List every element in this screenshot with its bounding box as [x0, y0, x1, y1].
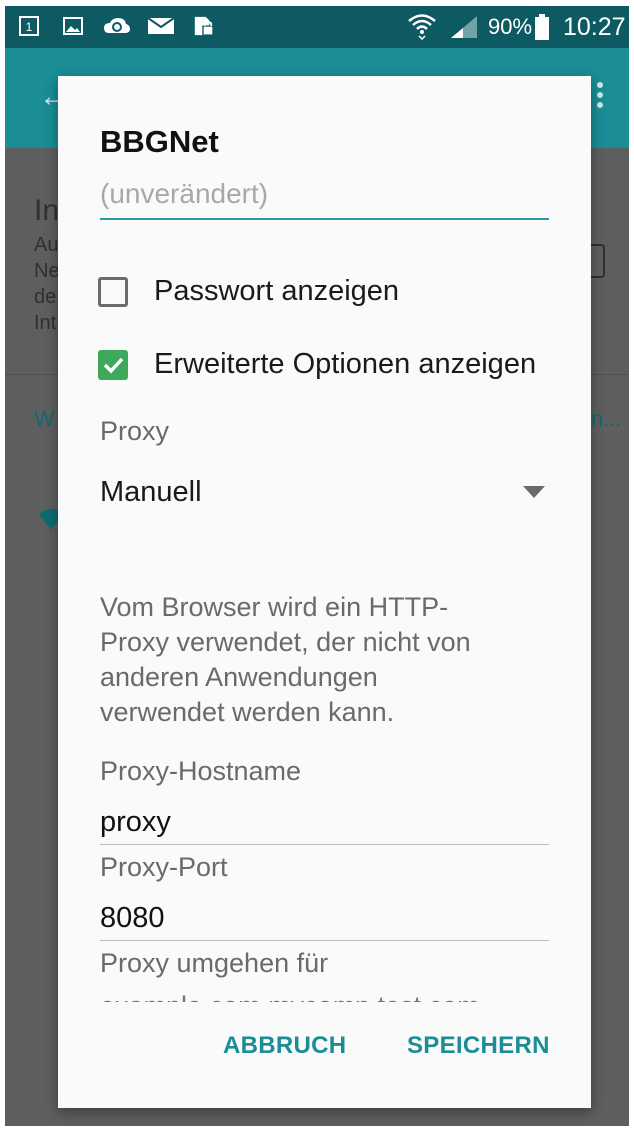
image-icon: [63, 17, 83, 35]
proxy-dropdown-value: Manuell: [100, 476, 202, 508]
proxy-bypass-clip: [100, 984, 549, 1002]
proxy-hostname-input[interactable]: [100, 800, 549, 845]
proxy-bypass-input[interactable]: [100, 986, 549, 1002]
cancel-button[interactable]: ABBRUCH: [223, 1032, 346, 1060]
background-section-fragment: n...: [591, 406, 622, 431]
clock: 10:27: [563, 13, 626, 41]
mail-icon: [147, 17, 175, 34]
wifi-network-dialog: BBGNet Passwort anzeigen Erweiterte Opti…: [58, 76, 591, 1108]
proxy-dropdown[interactable]: Manuell: [100, 470, 549, 520]
checkmark-icon: [103, 357, 124, 374]
proxy-port-input[interactable]: [100, 896, 549, 941]
proxy-info-text: Vom Browser wird ein HTTP-Proxy verwende…: [100, 592, 471, 727]
advanced-options-label: Erweiterte Optionen anzeigen: [154, 348, 537, 380]
sim-1-icon: 1: [19, 16, 39, 36]
advanced-options-checkbox[interactable]: [98, 349, 128, 380]
sd-card-icon: [194, 16, 214, 36]
show-password-label: Passwort anzeigen: [154, 275, 400, 307]
background-title-fragment: In: [34, 194, 60, 227]
background-toggle: [591, 244, 605, 278]
proxy-hostname-label: Proxy-Hostname: [100, 756, 302, 786]
battery-icon: [535, 14, 549, 40]
status-bar: 1 90% 10:27: [5, 6, 629, 48]
svg-text:1: 1: [26, 20, 33, 34]
show-password-option[interactable]: Passwort anzeigen: [98, 275, 399, 308]
background-section-fragment: W: [34, 406, 55, 431]
cloud-sync-icon: [104, 18, 130, 33]
show-password-checkbox[interactable]: [98, 276, 128, 307]
signal-icon: [451, 16, 477, 38]
background-text-fragment: Int: [34, 312, 57, 334]
dialog-title: BBGNet: [100, 124, 219, 159]
advanced-options-option[interactable]: Erweiterte Optionen anzeigen: [98, 348, 536, 381]
proxy-bypass-label: Proxy umgehen für: [100, 948, 329, 978]
battery-percentage: 90%: [488, 14, 533, 39]
overflow-menu-icon: [597, 82, 605, 108]
save-button[interactable]: SPEICHERN: [407, 1032, 550, 1060]
proxy-port-label: Proxy-Port: [100, 852, 228, 882]
wifi-icon: [408, 14, 436, 40]
background-text-fragment: de: [34, 286, 57, 308]
proxy-label: Proxy: [100, 416, 170, 446]
password-field[interactable]: [100, 170, 549, 220]
background-text-fragment: Au: [34, 234, 59, 256]
dropdown-arrow-icon: [523, 486, 545, 498]
background-text-fragment: Ne: [34, 260, 60, 282]
